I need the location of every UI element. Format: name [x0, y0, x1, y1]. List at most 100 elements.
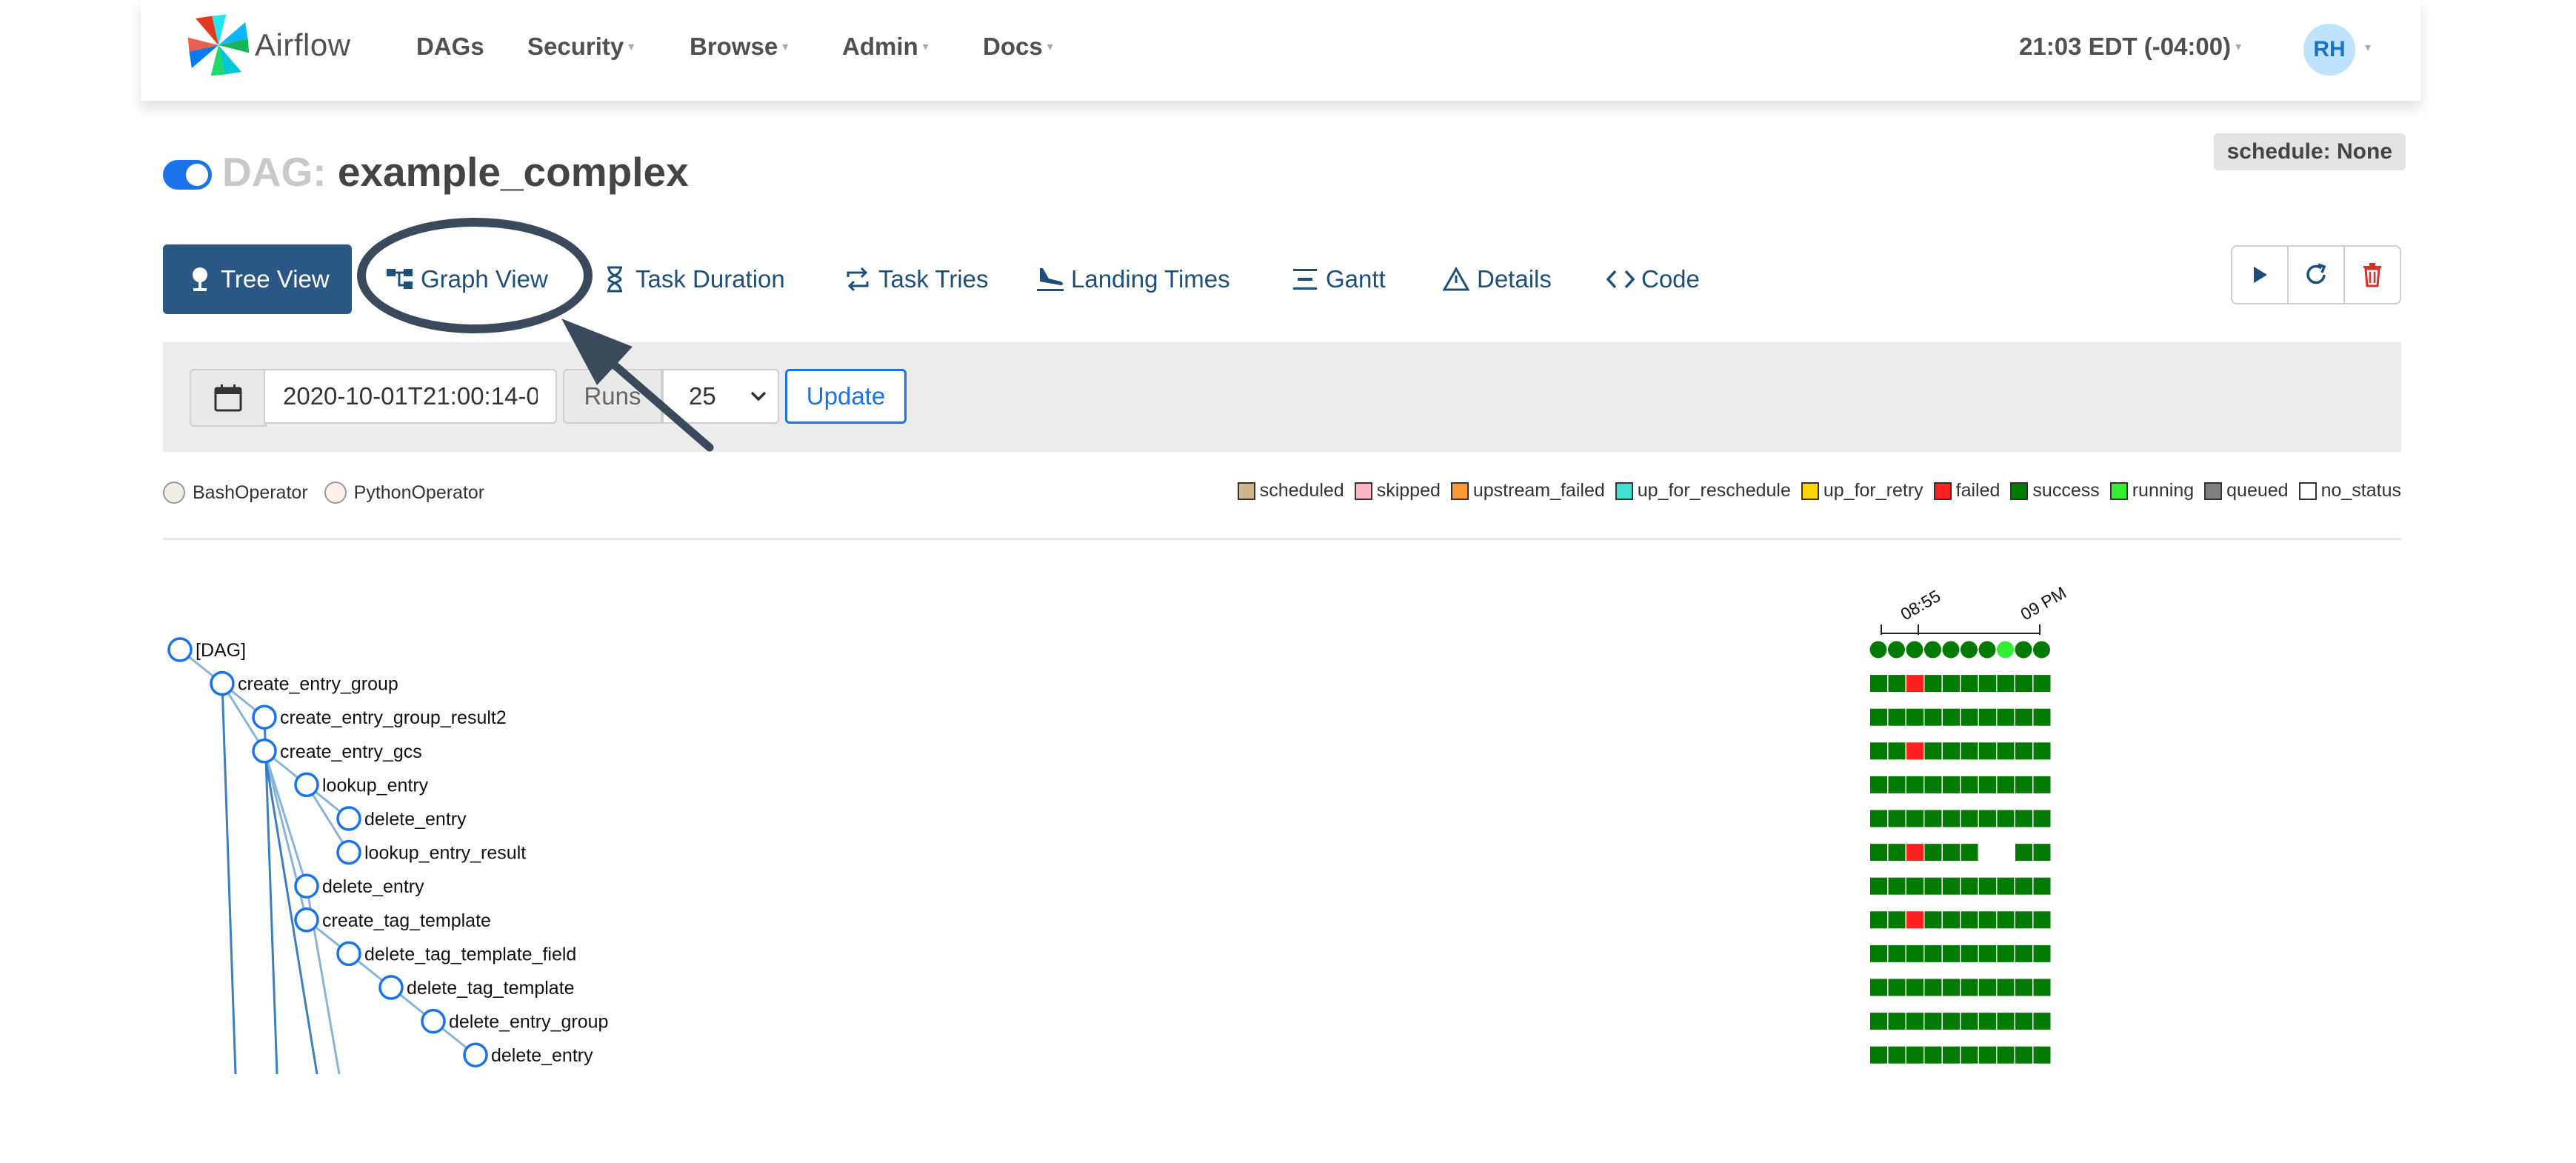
task-instance-success[interactable]	[1979, 1013, 1996, 1030]
task-instance-success[interactable]	[2033, 708, 2051, 726]
task-label[interactable]: delete_entry	[322, 876, 424, 897]
task-instance-success[interactable]	[1906, 810, 1923, 827]
task-instance-failed[interactable]	[1906, 911, 1923, 929]
task-instance-success[interactable]	[2015, 776, 2032, 793]
task-instance-success[interactable]	[1924, 844, 1942, 862]
task-instance-success[interactable]	[1924, 776, 1942, 793]
task-instance-failed[interactable]	[1906, 742, 1923, 760]
task-instance-success[interactable]	[1870, 776, 1887, 793]
task-instance-success[interactable]	[2033, 979, 2051, 996]
task-instance-success[interactable]	[1943, 877, 1960, 895]
task-instance-success[interactable]	[1997, 708, 2015, 726]
task-instance-success[interactable]	[1997, 979, 2015, 996]
task-instance-success[interactable]	[1924, 979, 1942, 996]
task-instance-success[interactable]	[1906, 979, 1923, 996]
tree-node-circle[interactable]	[252, 739, 277, 764]
tree-node-circle[interactable]	[336, 806, 361, 831]
task-instance-success[interactable]	[1961, 911, 1978, 929]
task-instance-success[interactable]	[1997, 911, 2015, 929]
task-instance-success[interactable]	[2033, 675, 2051, 693]
task-instance-success[interactable]	[1997, 810, 2015, 827]
task-instance-success[interactable]	[1979, 877, 1996, 895]
task-instance-success[interactable]	[1888, 1046, 1906, 1064]
task-instance-success[interactable]	[1979, 742, 1996, 760]
task-instance-success[interactable]	[1961, 877, 1978, 895]
task-instance-success[interactable]	[1943, 675, 1960, 693]
task-instance-success[interactable]	[1924, 944, 1942, 962]
task-instance-success[interactable]	[1924, 1013, 1942, 1030]
task-instance-success[interactable]	[1997, 675, 2015, 693]
task-label[interactable]: lookup_entry	[322, 775, 429, 796]
task-instance-success[interactable]	[1997, 1013, 2015, 1030]
task-instance-success[interactable]	[1924, 877, 1942, 895]
tree-node-circle[interactable]	[463, 1042, 488, 1067]
task-instance-success[interactable]	[2015, 742, 2032, 760]
task-instance-success[interactable]	[1997, 944, 2015, 962]
task-label[interactable]: create_tag_template	[322, 910, 491, 931]
task-instance-success[interactable]	[1870, 708, 1887, 726]
task-instance-success[interactable]	[2033, 911, 2051, 929]
task-instance-success[interactable]	[1979, 944, 1996, 962]
task-instance-success[interactable]	[2015, 911, 2032, 929]
task-label[interactable]: delete_entry	[491, 1045, 593, 1066]
task-label[interactable]: [DAG]	[196, 640, 246, 661]
task-instance-success[interactable]	[1888, 979, 1906, 996]
task-instance-success[interactable]	[1888, 675, 1906, 693]
dag-run-circle-success[interactable]	[1906, 641, 1923, 659]
dag-run-circle-success[interactable]	[1961, 641, 1978, 659]
task-instance-success[interactable]	[2033, 944, 2051, 962]
task-instance-success[interactable]	[1979, 675, 1996, 693]
task-instance-success[interactable]	[2015, 675, 2032, 693]
task-instance-success[interactable]	[1906, 1013, 1923, 1030]
task-instance-success[interactable]	[1888, 1013, 1906, 1030]
tree-node-circle[interactable]	[167, 637, 193, 662]
task-instance-success[interactable]	[1961, 776, 1978, 793]
dag-run-circle-success[interactable]	[2015, 641, 2032, 659]
task-instance-success[interactable]	[1961, 810, 1978, 827]
dag-run-circle-success[interactable]	[1869, 641, 1887, 659]
task-instance-success[interactable]	[1906, 877, 1923, 895]
task-instance-success[interactable]	[2015, 844, 2032, 862]
task-instance-success[interactable]	[1943, 944, 1960, 962]
task-instance-success[interactable]	[1888, 944, 1906, 962]
task-instance-success[interactable]	[1943, 844, 1960, 862]
tree-node-circle[interactable]	[294, 907, 319, 933]
tree-node-circle[interactable]	[421, 1008, 446, 1034]
task-instance-success[interactable]	[1979, 776, 1996, 793]
task-instance-success[interactable]	[1997, 877, 2015, 895]
task-instance-success[interactable]	[1943, 708, 1960, 726]
task-instance-success[interactable]	[1924, 1046, 1942, 1064]
task-instance-success[interactable]	[1888, 776, 1906, 793]
task-instance-success[interactable]	[1888, 844, 1906, 862]
dag-run-circle-success[interactable]	[1978, 641, 1996, 659]
dag-run-circle-success[interactable]	[2033, 641, 2050, 659]
task-instance-success[interactable]	[1943, 979, 1960, 996]
tree-node-circle[interactable]	[336, 839, 361, 865]
tree-node-circle[interactable]	[378, 975, 404, 1000]
task-instance-success[interactable]	[1888, 911, 1906, 929]
task-instance-success[interactable]	[1961, 979, 1978, 996]
task-instance-success[interactable]	[1961, 1046, 1978, 1064]
task-label[interactable]: delete_tag_template_field	[364, 944, 576, 964]
task-instance-success[interactable]	[1888, 877, 1906, 895]
task-instance-success[interactable]	[2033, 844, 2051, 862]
task-instance-success[interactable]	[2015, 708, 2032, 726]
task-instance-success[interactable]	[1906, 1046, 1923, 1064]
task-instance-success[interactable]	[1888, 742, 1906, 760]
task-instance-success[interactable]	[1979, 1046, 1996, 1064]
task-instance-failed[interactable]	[1906, 844, 1923, 862]
task-instance-success[interactable]	[1943, 776, 1960, 793]
task-instance-success[interactable]	[1870, 844, 1887, 862]
task-instance-success[interactable]	[2033, 742, 2051, 760]
task-label[interactable]: delete_entry_group	[449, 1012, 608, 1033]
task-instance-success[interactable]	[1979, 979, 1996, 996]
task-instance-success[interactable]	[2015, 1046, 2032, 1064]
dag-run-circle-running[interactable]	[1997, 641, 2014, 659]
task-instance-failed[interactable]	[1906, 675, 1923, 693]
task-instance-success[interactable]	[1870, 979, 1887, 996]
task-instance-success[interactable]	[1961, 742, 1978, 760]
task-instance-success[interactable]	[2033, 810, 2051, 827]
tree-node-circle[interactable]	[336, 941, 361, 967]
task-instance-success[interactable]	[1943, 911, 1960, 929]
task-instance-success[interactable]	[1870, 911, 1887, 929]
